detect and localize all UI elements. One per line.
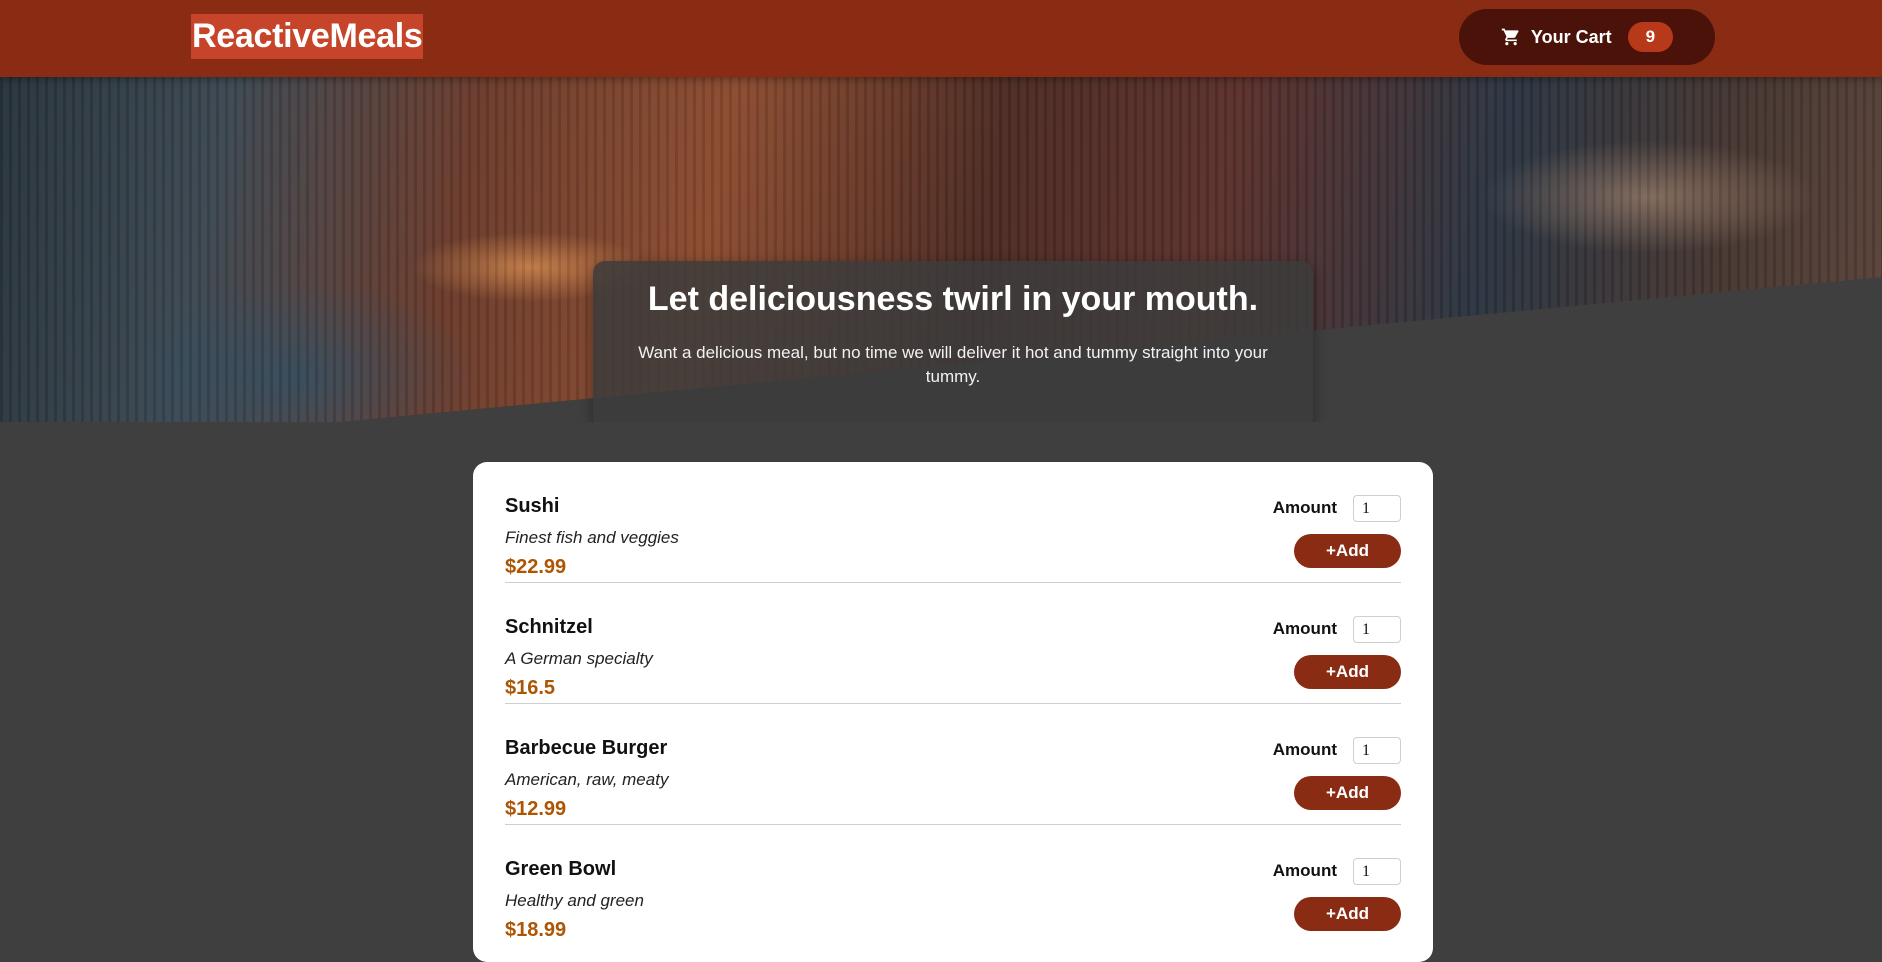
hero-banner: Let deliciousness twirl in your mouth. W…: [0, 77, 1882, 422]
amount-input[interactable]: [1353, 858, 1401, 885]
amount-label: Amount: [1272, 861, 1337, 880]
meal-description: American, raw, meaty: [505, 770, 669, 789]
amount-label: Amount: [1272, 619, 1337, 638]
amount-label: Amount: [1272, 498, 1337, 517]
cart-icon: [1501, 27, 1521, 47]
cart-button[interactable]: Your Cart 9: [1459, 9, 1715, 65]
amount-input[interactable]: [1353, 737, 1401, 764]
meal-price: $16.5: [505, 677, 556, 699]
meal-name: Sushi: [505, 495, 560, 517]
add-button[interactable]: +Add: [1294, 534, 1401, 568]
meal-item: Sushi Finest fish and veggies $22.99 Amo…: [505, 462, 1401, 583]
add-button[interactable]: +Add: [1294, 776, 1401, 810]
cart-count-badge: 9: [1627, 22, 1674, 52]
meal-item: Green Bowl Healthy and green $18.99 Amou…: [505, 825, 1401, 946]
meal-item: Barbecue Burger American, raw, meaty $12…: [505, 704, 1401, 825]
meal-name: Barbecue Burger: [505, 737, 668, 759]
hero-title: Let deliciousness twirl in your mouth.: [647, 280, 1259, 318]
header: ReactiveMeals Your Cart 9: [0, 0, 1882, 77]
meal-description: A German specialty: [505, 649, 653, 668]
add-button[interactable]: +Add: [1294, 655, 1401, 689]
amount-label: Amount: [1272, 740, 1337, 759]
meal-item: Schnitzel A German specialty $16.5 Amoun…: [505, 583, 1401, 704]
meal-description: Finest fish and veggies: [505, 528, 679, 547]
meal-name: Schnitzel: [505, 616, 593, 638]
logo[interactable]: ReactiveMeals: [191, 14, 424, 59]
amount-input[interactable]: [1353, 495, 1401, 522]
hero-summary-card: Let deliciousness twirl in your mouth. W…: [593, 261, 1313, 422]
meals-list: Sushi Finest fish and veggies $22.99 Amo…: [473, 462, 1433, 962]
meal-name: Green Bowl: [505, 858, 617, 880]
meal-price: $12.99: [505, 798, 567, 820]
add-button[interactable]: +Add: [1294, 897, 1401, 931]
hero-text: Want a delicious meal, but no time we wi…: [638, 343, 1268, 386]
cart-label: Your Cart: [1530, 26, 1612, 47]
amount-input[interactable]: [1353, 616, 1401, 643]
meal-price: $18.99: [505, 919, 567, 941]
meal-price: $22.99: [505, 556, 567, 578]
meal-description: Healthy and green: [505, 891, 644, 910]
